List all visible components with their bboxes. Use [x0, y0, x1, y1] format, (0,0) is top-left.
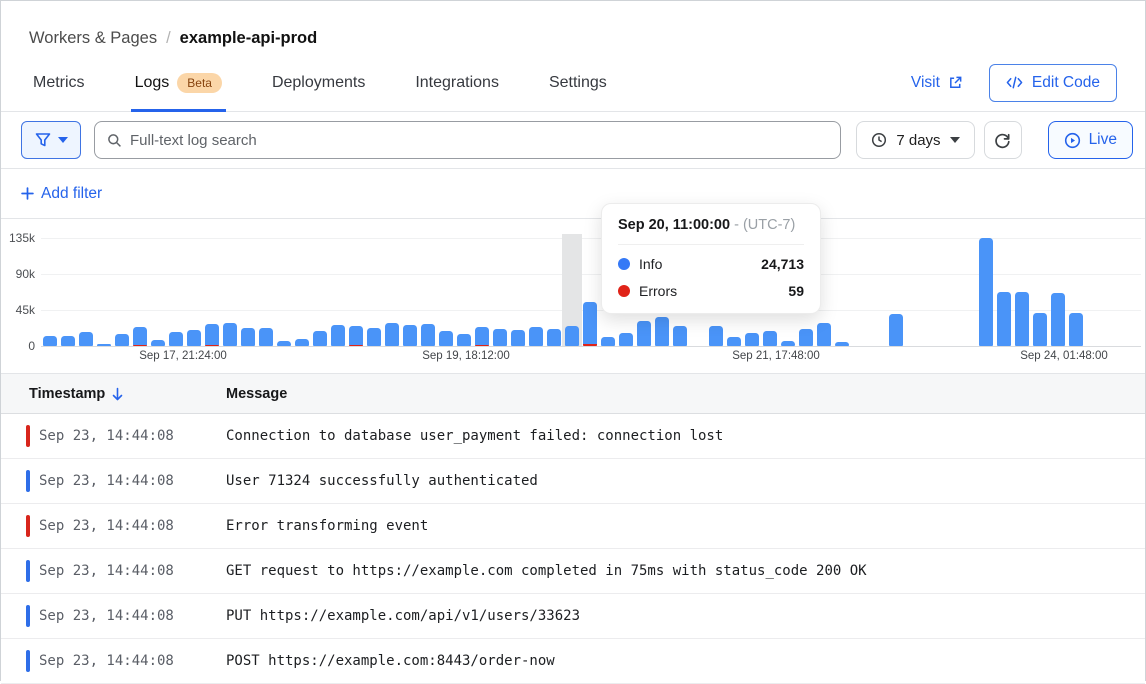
log-row[interactable]: Sep 23, 14:44:08 Connection to database … — [1, 414, 1145, 459]
errors-dot-icon — [618, 285, 630, 297]
breadcrumb-parent[interactable]: Workers & Pages — [29, 29, 157, 48]
live-button[interactable]: Live — [1048, 121, 1133, 159]
tab-bar: Metrics Logs Beta Deployments Integratio… — [1, 54, 1145, 112]
tooltip-info-row: Info 24,713 — [618, 256, 804, 272]
log-row[interactable]: Sep 23, 14:44:08 GET request to https://… — [1, 549, 1145, 594]
funnel-icon — [35, 132, 51, 148]
x-axis-tick: Sep 21, 17:48:00 — [716, 350, 836, 362]
x-axis-tick: Sep 17, 21:24:00 — [123, 350, 243, 362]
tab-logs[interactable]: Logs Beta — [131, 54, 226, 111]
time-range-button[interactable]: 7 days — [856, 121, 974, 159]
chart-tooltip: Sep 20, 11:00:00 - (UTC-7) Info 24,713 E… — [601, 203, 821, 314]
add-filter-button[interactable]: Add filter — [21, 185, 102, 203]
tooltip-timezone: - (UTC-7) — [734, 217, 795, 233]
column-header-message[interactable]: Message — [226, 386, 287, 402]
tooltip-timestamp: Sep 20, 11:00:00 — [618, 217, 730, 233]
log-row[interactable]: Sep 23, 14:44:08 PUT https://example.com… — [1, 594, 1145, 639]
external-link-icon — [948, 75, 963, 90]
log-row[interactable]: Sep 23, 14:44:08 User 71324 successfully… — [1, 459, 1145, 504]
gridline — [41, 238, 1141, 239]
log-histogram: 135k 90k 45k 0 Sep 17, 21:24:00 Sep 19, … — [1, 219, 1145, 373]
add-filter-row: Add filter — [1, 169, 1145, 219]
log-level-indicator — [26, 470, 30, 492]
log-row[interactable]: Sep 23, 14:44:08 POST https://example.co… — [1, 639, 1145, 684]
edit-code-button[interactable]: Edit Code — [989, 64, 1117, 102]
y-axis-tick: 45k — [1, 303, 35, 317]
filter-dropdown-button[interactable] — [21, 121, 81, 159]
log-table-header: Timestamp Message — [1, 373, 1145, 414]
y-axis-tick: 90k — [1, 267, 35, 281]
log-row[interactable]: Sep 23, 14:44:08 Error transforming even… — [1, 504, 1145, 549]
search-input[interactable] — [130, 132, 828, 149]
column-header-timestamp[interactable]: Timestamp — [1, 386, 226, 402]
log-level-indicator — [26, 605, 30, 627]
tab-metrics[interactable]: Metrics — [29, 54, 89, 111]
tab-integrations[interactable]: Integrations — [411, 54, 503, 111]
errors-count: 59 — [788, 283, 804, 299]
clock-icon — [871, 132, 887, 148]
x-axis-line — [41, 346, 1141, 347]
gridline — [41, 274, 1141, 275]
log-search-box — [94, 121, 841, 159]
breadcrumb: Workers & Pages / example-api-prod — [1, 1, 1145, 54]
tooltip-errors-row: Errors 59 — [618, 283, 804, 299]
info-dot-icon — [618, 258, 630, 270]
beta-badge: Beta — [177, 73, 222, 93]
log-level-indicator — [26, 650, 30, 672]
chevron-down-icon — [950, 137, 960, 143]
x-axis-tick: Sep 24, 01:48:00 — [1004, 350, 1124, 362]
filter-toolbar: 7 days Live — [1, 112, 1145, 169]
y-axis-tick: 0 — [1, 339, 35, 353]
log-level-indicator — [26, 515, 30, 537]
visit-link[interactable]: Visit — [911, 74, 963, 92]
page-title: example-api-prod — [180, 29, 318, 48]
sort-desc-icon — [111, 387, 124, 401]
refresh-icon — [994, 132, 1011, 149]
search-icon — [107, 133, 122, 148]
x-axis-tick: Sep 19, 18:12:00 — [406, 350, 526, 362]
y-axis-tick: 135k — [1, 231, 35, 245]
code-icon — [1006, 76, 1023, 89]
plus-icon — [21, 187, 34, 200]
tab-settings[interactable]: Settings — [545, 54, 611, 111]
tab-deployments[interactable]: Deployments — [268, 54, 369, 111]
log-level-indicator — [26, 560, 30, 582]
breadcrumb-separator: / — [166, 29, 171, 48]
play-circle-icon — [1064, 132, 1081, 149]
log-level-indicator — [26, 425, 30, 447]
log-table-body: Sep 23, 14:44:08 Connection to database … — [1, 414, 1145, 684]
refresh-button[interactable] — [984, 121, 1022, 159]
chevron-down-icon — [58, 137, 68, 143]
info-count: 24,713 — [761, 256, 804, 272]
